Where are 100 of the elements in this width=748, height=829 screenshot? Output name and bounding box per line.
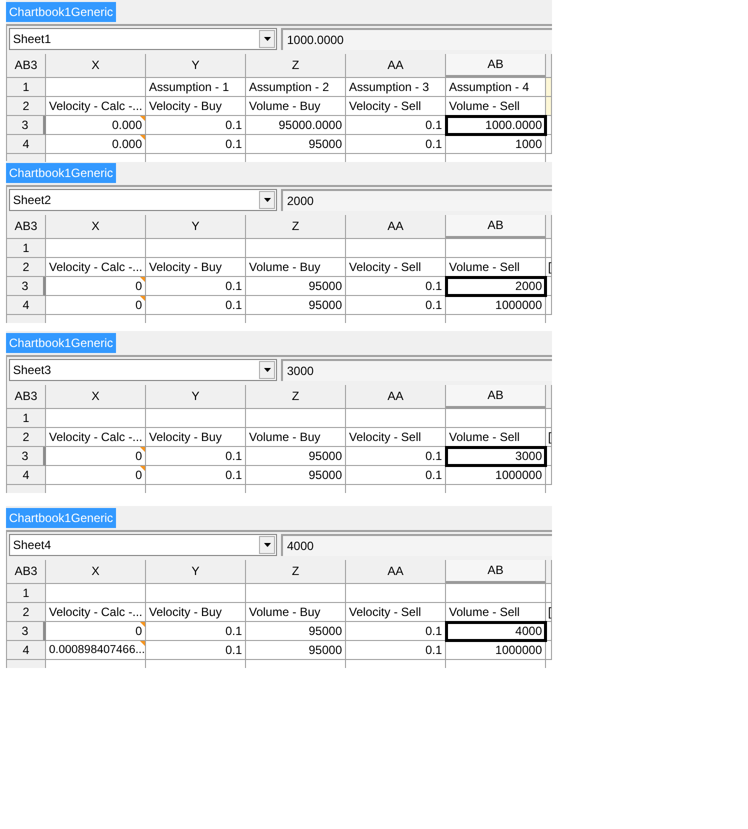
table-cell[interactable]: [ [546,428,552,447]
table-cell[interactable]: Velocity - Sell [346,603,446,622]
formula-field[interactable]: 1000.0000 [281,28,552,50]
table-cell[interactable]: Velocity - Sell [346,258,446,277]
column-header[interactable]: X [46,54,146,78]
table-cell[interactable] [546,296,552,315]
table-cell[interactable]: Assumption - 1 [146,78,246,97]
table-cell[interactable] [246,584,346,603]
row-header[interactable]: 3 [7,116,46,135]
table-cell[interactable]: Assumption - 3 [346,78,446,97]
column-header[interactable]: AA [346,215,446,239]
table-cell[interactable] [546,78,552,97]
row-header[interactable]: 4 [7,135,46,154]
table-cell[interactable]: 0.1 [146,622,246,641]
table-cell[interactable]: 95000 [246,296,346,315]
table-cell[interactable]: 3000 [446,447,546,466]
table-cell[interactable]: Velocity - Buy [146,258,246,277]
table-cell[interactable]: Volume - Buy [246,97,346,116]
table-cell[interactable]: Volume - Buy [246,603,346,622]
table-cell[interactable]: [ [546,258,552,277]
table-cell[interactable]: Velocity - Calc -... [46,603,146,622]
table-cell[interactable]: 95000 [246,466,346,485]
table-cell[interactable] [446,409,546,428]
column-header[interactable] [546,54,552,78]
row-header[interactable]: 4 [7,641,46,660]
table-cell[interactable]: 0 [46,277,146,296]
table-cell[interactable]: 0.1 [146,135,246,154]
dropdown-button[interactable] [259,30,275,48]
sheet-dropdown[interactable]: Sheet4 [9,534,277,556]
table-cell[interactable]: Velocity - Buy [146,603,246,622]
table-cell[interactable]: 0.1 [346,277,446,296]
table-cell[interactable] [546,97,552,116]
column-header[interactable]: AB [446,215,546,239]
column-header[interactable]: Y [146,560,246,584]
table-cell[interactable]: 1000.0000 [446,116,546,135]
table-cell[interactable]: 0.1 [346,622,446,641]
table-cell[interactable] [346,584,446,603]
row-header[interactable]: 2 [7,97,46,116]
table-cell[interactable]: Volume - Sell [446,97,546,116]
table-cell[interactable]: Volume - Sell [446,603,546,622]
row-header[interactable]: 2 [7,258,46,277]
column-header[interactable]: X [46,560,146,584]
table-cell[interactable]: 0.1 [346,466,446,485]
column-header[interactable]: AB [446,54,546,78]
sheet-dropdown[interactable]: Sheet1 [9,28,277,50]
table-cell[interactable]: Assumption - 4 [446,78,546,97]
column-header[interactable]: Z [246,215,346,239]
row-header[interactable]: 4 [7,466,46,485]
row-header[interactable]: 1 [7,239,46,258]
table-cell[interactable] [46,584,146,603]
table-cell[interactable]: 0 [46,622,146,641]
row-header[interactable]: 3 [7,277,46,296]
table-cell[interactable]: 0.1 [346,116,446,135]
table-cell[interactable]: 0.1 [146,277,246,296]
table-cell[interactable]: Velocity - Calc -... [46,428,146,447]
row-header[interactable]: 1 [7,409,46,428]
table-cell[interactable]: 0.1 [346,296,446,315]
table-cell[interactable] [446,239,546,258]
column-header[interactable]: Z [246,54,346,78]
table-cell[interactable] [146,409,246,428]
row-header[interactable]: 4 [7,296,46,315]
row-header[interactable]: 2 [7,603,46,622]
formula-field[interactable]: 3000 [281,359,552,381]
table-cell[interactable]: 0 [46,447,146,466]
table-cell[interactable] [46,78,146,97]
row-header[interactable]: 2 [7,428,46,447]
column-header[interactable]: Z [246,560,346,584]
column-header[interactable]: Y [146,54,246,78]
sheet-dropdown[interactable]: Sheet2 [9,189,277,211]
table-cell[interactable]: 4000 [446,622,546,641]
column-header[interactable]: AB [446,385,546,409]
table-cell[interactable] [246,409,346,428]
table-cell[interactable] [546,584,552,603]
table-cell[interactable]: 95000 [246,135,346,154]
table-cell[interactable]: 2000 [446,277,546,296]
formula-field[interactable]: 2000 [281,189,552,211]
dropdown-button[interactable] [259,191,275,209]
table-cell[interactable]: 1000000 [446,296,546,315]
column-header[interactable]: X [46,385,146,409]
table-cell[interactable]: 0.000898407466... [46,641,146,660]
row-header[interactable]: 1 [7,78,46,97]
table-cell[interactable] [546,409,552,428]
table-cell[interactable]: 0.1 [146,466,246,485]
table-cell[interactable] [46,409,146,428]
row-header[interactable]: 1 [7,584,46,603]
table-cell[interactable]: Velocity - Sell [346,97,446,116]
row-header[interactable]: 3 [7,447,46,466]
sheet-dropdown[interactable]: Sheet3 [9,359,277,381]
table-cell[interactable]: Volume - Buy [246,258,346,277]
table-cell[interactable] [546,239,552,258]
table-cell[interactable]: 0.1 [346,135,446,154]
table-cell[interactable]: 0 [46,466,146,485]
table-cell[interactable]: 0 [46,296,146,315]
dropdown-button[interactable] [259,536,275,554]
column-header[interactable]: AA [346,560,446,584]
table-cell[interactable] [546,135,552,154]
row-header[interactable]: 3 [7,622,46,641]
table-cell[interactable]: 95000.0000 [246,116,346,135]
table-cell[interactable]: [ [546,603,552,622]
table-cell[interactable]: 0.1 [346,641,446,660]
